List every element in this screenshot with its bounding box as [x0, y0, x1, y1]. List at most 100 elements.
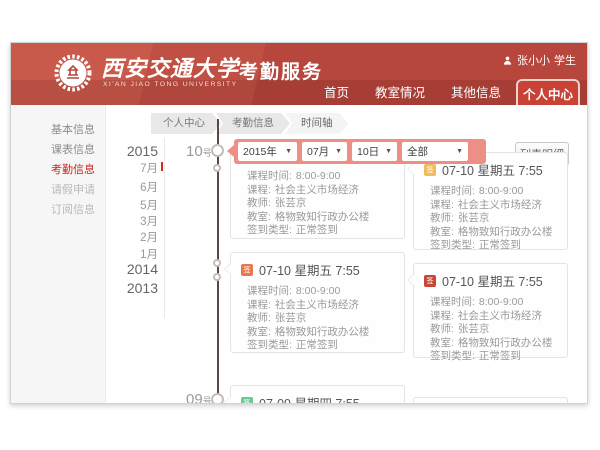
- sign-stamp-icon: 签: [424, 164, 436, 176]
- nav-home[interactable]: 首页: [324, 82, 349, 101]
- field-label: 课程时间:: [430, 296, 475, 308]
- rail-year-2014[interactable]: 2014: [114, 261, 158, 277]
- rail-month-2[interactable]: 2月: [114, 229, 158, 245]
- rail-month-5[interactable]: 5月: [114, 197, 158, 213]
- page: 西安交通大学 XI'AN JIAO TONG UNIVERSITY 考勤服务 张…: [0, 0, 600, 450]
- scope-select[interactable]: 全部 ▼: [402, 142, 468, 161]
- field-label: 课程:: [430, 199, 454, 211]
- sidebar-item-subscription-info[interactable]: 订阅信息: [51, 201, 95, 217]
- sign-stamp-icon: 签: [241, 397, 253, 405]
- field-value: 张芸京: [275, 197, 307, 209]
- field-label: 课程时间:: [247, 170, 292, 182]
- rail-month-1[interactable]: 1月: [114, 246, 158, 262]
- chevron-down-icon: ▼: [385, 148, 392, 155]
- field-label: 教室:: [247, 326, 271, 338]
- field-value: 张芸京: [275, 312, 307, 324]
- field-label: 教室:: [430, 337, 454, 349]
- field-value: 社会主义市场经济: [275, 299, 359, 311]
- breadcrumb: 个人中心 考勤信息 时间轴: [151, 113, 349, 134]
- sidebar-item-basic-info[interactable]: 基本信息: [51, 121, 95, 137]
- nav-other[interactable]: 其他信息: [451, 82, 501, 101]
- header: 西安交通大学 XI'AN JIAO TONG UNIVERSITY 考勤服务 张…: [11, 43, 588, 105]
- field-label: 教师:: [430, 212, 454, 224]
- nav-personal-center-tab[interactable]: 个人中心: [516, 79, 580, 105]
- field-value: 8:00-9:00: [479, 296, 523, 308]
- rail-month-7[interactable]: 7月: [114, 160, 158, 176]
- year-select[interactable]: 2015年 ▼: [238, 142, 297, 161]
- field-value: 格物致知行政办公楼: [458, 337, 553, 349]
- field-value: 格物致知行政办公楼: [458, 226, 553, 238]
- person-icon: [502, 55, 513, 66]
- breadcrumb-timeline[interactable]: 时间轴: [285, 113, 349, 134]
- scope-select-value: 全部: [407, 144, 428, 159]
- field-label: 课程:: [430, 310, 454, 322]
- user-name: 张小小: [517, 52, 550, 68]
- field-value: 8:00-9:00: [479, 185, 523, 197]
- user-role: 学生: [554, 52, 576, 68]
- rail-divider: [164, 138, 165, 318]
- timeline-node-day09: [211, 393, 224, 404]
- breadcrumb-personal-center[interactable]: 个人中心: [151, 113, 221, 134]
- field-value: 正常签到: [479, 239, 521, 251]
- rail-month-6[interactable]: 6月: [114, 179, 158, 195]
- day-select[interactable]: 10日 ▼: [352, 142, 397, 161]
- field-label: 课程:: [247, 299, 271, 311]
- field-label: 教室:: [430, 226, 454, 238]
- field-label: 教室:: [247, 211, 271, 223]
- field-value: 8:00-9:00: [296, 285, 340, 297]
- field-label: 教师:: [247, 197, 271, 209]
- sidebar-item-attendance-info[interactable]: 考勤信息: [51, 161, 95, 177]
- app-title: 考勤服务: [239, 57, 323, 84]
- attendance-card: 签 07-10 星期五 7:55 课程时间:8:00-9:00 课程:社会主义市…: [413, 152, 568, 250]
- field-value: 格物致知行政办公楼: [275, 211, 370, 223]
- timeline-node-3: [213, 273, 221, 281]
- sidebar-item-schedule-info[interactable]: 课表信息: [51, 141, 95, 157]
- field-label: 课程时间:: [247, 285, 292, 297]
- sign-stamp-icon: 签: [241, 264, 253, 276]
- field-value: 正常签到: [296, 339, 338, 351]
- day-label-10: 10号: [186, 143, 212, 160]
- field-label: 课程时间:: [430, 185, 475, 197]
- field-label: 签到类型:: [247, 339, 292, 351]
- field-value: 社会主义市场经济: [458, 310, 542, 322]
- card-title: 07-10 星期五 7:55: [259, 260, 360, 279]
- field-value: 张芸京: [458, 323, 490, 335]
- chevron-down-icon: ▼: [456, 148, 463, 155]
- field-value: 社会主义市场经济: [458, 199, 542, 211]
- timeline-node-1: [213, 164, 221, 172]
- field-value: 正常签到: [479, 350, 521, 362]
- timeline-node-day10: [211, 144, 224, 157]
- field-label: 教师:: [247, 312, 271, 324]
- chevron-down-icon: ▼: [335, 148, 342, 155]
- rail-month-3[interactable]: 3月: [114, 213, 158, 229]
- card-title: 07-09 星期四 7:55: [259, 393, 360, 404]
- nav-classroom[interactable]: 教室情况: [375, 82, 425, 101]
- user-account[interactable]: 张小小 学生: [502, 52, 576, 68]
- current-month-marker: [161, 162, 163, 171]
- month-select-value: 07月: [307, 144, 329, 159]
- app-window: 西安交通大学 XI'AN JIAO TONG UNIVERSITY 考勤服务 张…: [10, 42, 588, 404]
- chevron-down-icon: ▼: [285, 148, 292, 155]
- rail-year-2015[interactable]: 2015: [114, 143, 158, 159]
- breadcrumb-attendance-info[interactable]: 考勤信息: [216, 113, 290, 134]
- month-select[interactable]: 07月 ▼: [302, 142, 347, 161]
- attendance-card: 签 07-10 星期五 7:55 课程时间: 8:00-9:00 课程: 社会主义市…: [230, 252, 405, 353]
- card-title: 07-10 星期五 7:55: [442, 271, 543, 290]
- field-value: 8:00-9:00: [296, 170, 340, 182]
- university-name-en: XI'AN JIAO TONG UNIVERSITY: [103, 81, 238, 88]
- sidebar-item-leave-request[interactable]: 请假申请: [51, 181, 95, 197]
- rail-year-2013[interactable]: 2013: [114, 280, 158, 296]
- field-label: 签到类型:: [430, 350, 475, 362]
- field-value: 正常签到: [296, 224, 338, 236]
- year-select-value: 2015年: [243, 144, 277, 159]
- timeline-node-2: [213, 259, 221, 267]
- field-value: 社会主义市场经济: [275, 184, 359, 196]
- field-value: 格物致知行政办公楼: [275, 326, 370, 338]
- sign-stamp-icon: 签: [424, 275, 436, 287]
- field-label: 课程:: [247, 184, 271, 196]
- field-label: 签到类型:: [247, 224, 292, 236]
- day-select-value: 10日: [357, 144, 379, 159]
- university-logo-icon: [53, 53, 93, 93]
- university-name-cn: 西安交通大学: [101, 51, 241, 83]
- attendance-card: 签 07-09 星期四 7:55: [230, 385, 405, 404]
